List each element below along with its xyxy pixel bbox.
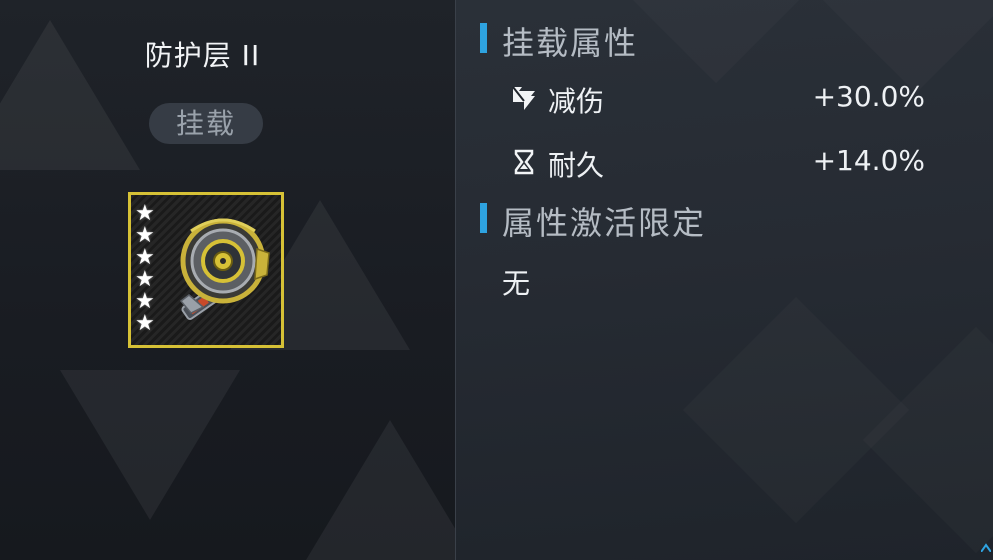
item-name: 防护层 II [144, 39, 261, 72]
stat-row-damage-reduction: 减伤 +30.0% [510, 80, 925, 120]
stat-label: 耐久 [548, 149, 605, 182]
stat-label: 减伤 [548, 85, 605, 118]
item-icon-frame[interactable]: ★ ★ ★ ★ ★ ★ [128, 192, 284, 348]
damage-reduction-icon [512, 86, 535, 110]
stat-row-durability: 耐久 +14.0% [510, 144, 925, 184]
equip-status-badge: 挂载 [149, 103, 263, 144]
rarity-stars: ★ ★ ★ ★ ★ ★ [135, 203, 159, 335]
item-detail-panel: 防护层 II 挂载 ★ ★ ★ ★ ★ ★ [0, 0, 455, 560]
activation-limit-title: 属性激活限定 [502, 204, 707, 242]
activation-limit-value: 无 [502, 267, 531, 300]
star-icon: ★ [135, 311, 155, 336]
shield-module-icon [179, 218, 270, 320]
star-icon: ★ [135, 223, 155, 248]
star-icon: ★ [135, 245, 155, 270]
hourglass-icon [514, 149, 534, 175]
stat-value: +30.0% [812, 80, 925, 113]
stat-value: +14.0% [812, 144, 925, 177]
star-icon: ★ [135, 201, 155, 226]
star-icon: ★ [135, 289, 155, 314]
corner-indicator-icon [981, 543, 991, 552]
equip-attributes-title: 挂载属性 [502, 24, 639, 62]
star-icon: ★ [135, 267, 155, 292]
